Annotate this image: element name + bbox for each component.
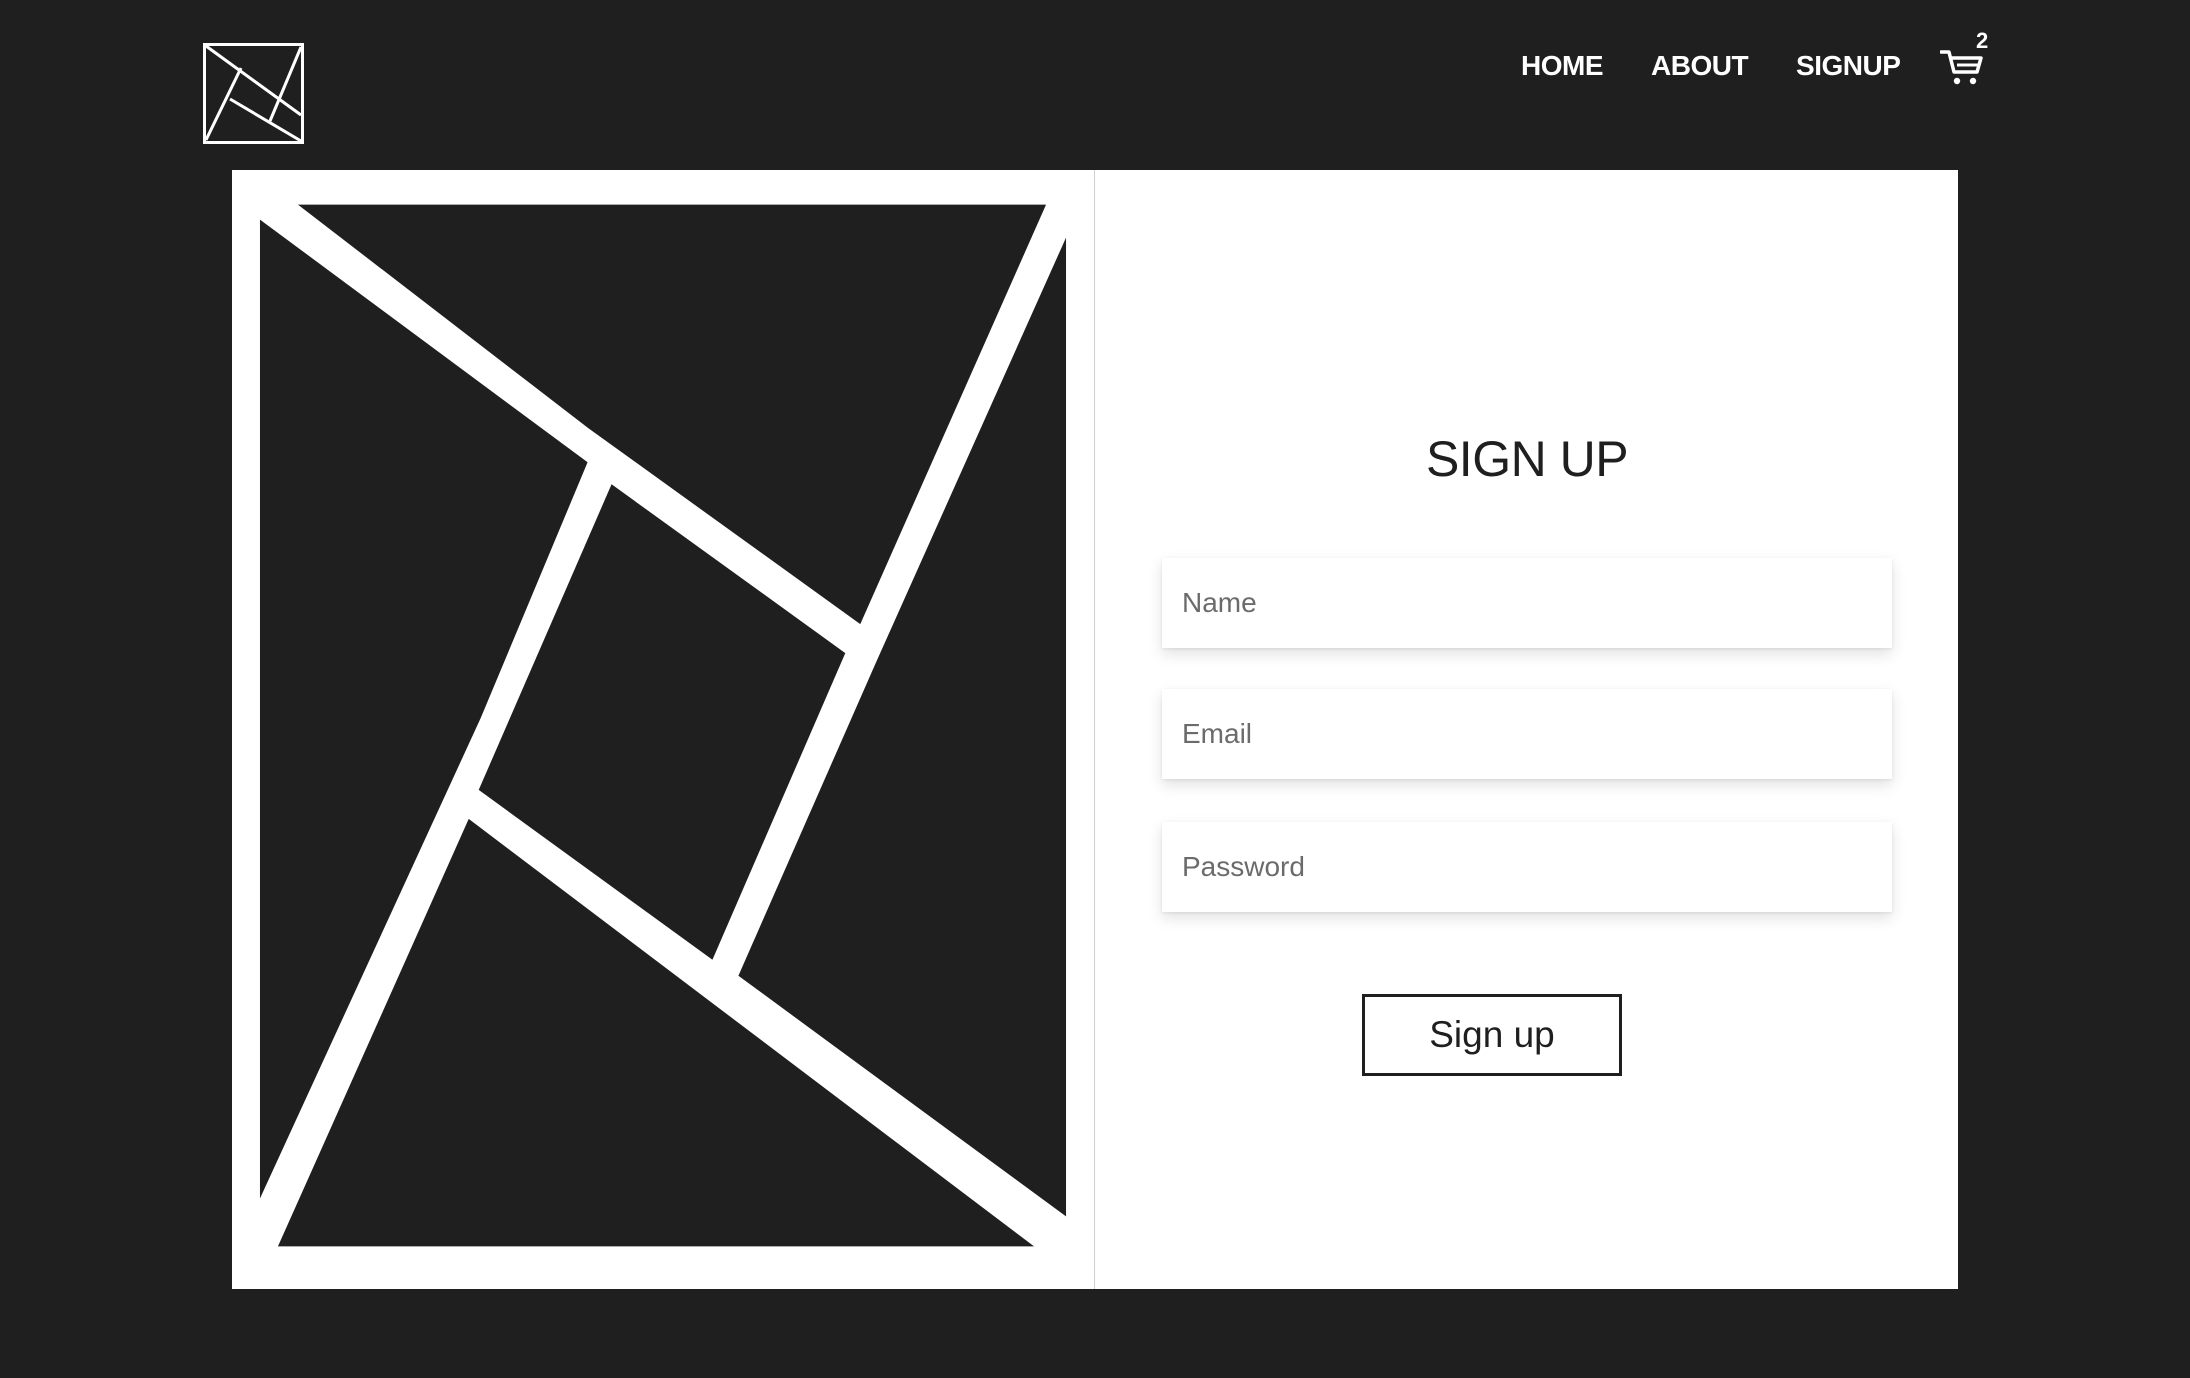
main-nav: HOME ABOUT SIGNUP bbox=[1521, 46, 1948, 86]
email-input[interactable] bbox=[1162, 689, 1892, 779]
tangram-logo-icon[interactable] bbox=[203, 43, 304, 144]
site-header: HOME ABOUT SIGNUP 2 bbox=[0, 0, 2190, 160]
nav-about-link[interactable]: ABOUT bbox=[1651, 50, 1749, 82]
form-title: SIGN UP bbox=[1425, 431, 1629, 487]
shopping-cart-icon bbox=[1940, 50, 1983, 85]
signup-card: SIGN UP Sign up bbox=[232, 170, 1958, 1289]
nav-signup-link[interactable]: SIGNUP bbox=[1796, 50, 1901, 82]
tangram-artwork-icon bbox=[232, 170, 1095, 1289]
cart-button[interactable]: 2 bbox=[1940, 28, 1990, 90]
nav-home-link[interactable]: HOME bbox=[1521, 50, 1604, 82]
sign-up-button[interactable]: Sign up bbox=[1362, 994, 1622, 1076]
signup-form: SIGN UP Sign up bbox=[1096, 170, 1958, 1289]
name-input[interactable] bbox=[1162, 558, 1892, 648]
cart-count-badge: 2 bbox=[1976, 28, 1989, 53]
password-input[interactable] bbox=[1162, 822, 1892, 912]
